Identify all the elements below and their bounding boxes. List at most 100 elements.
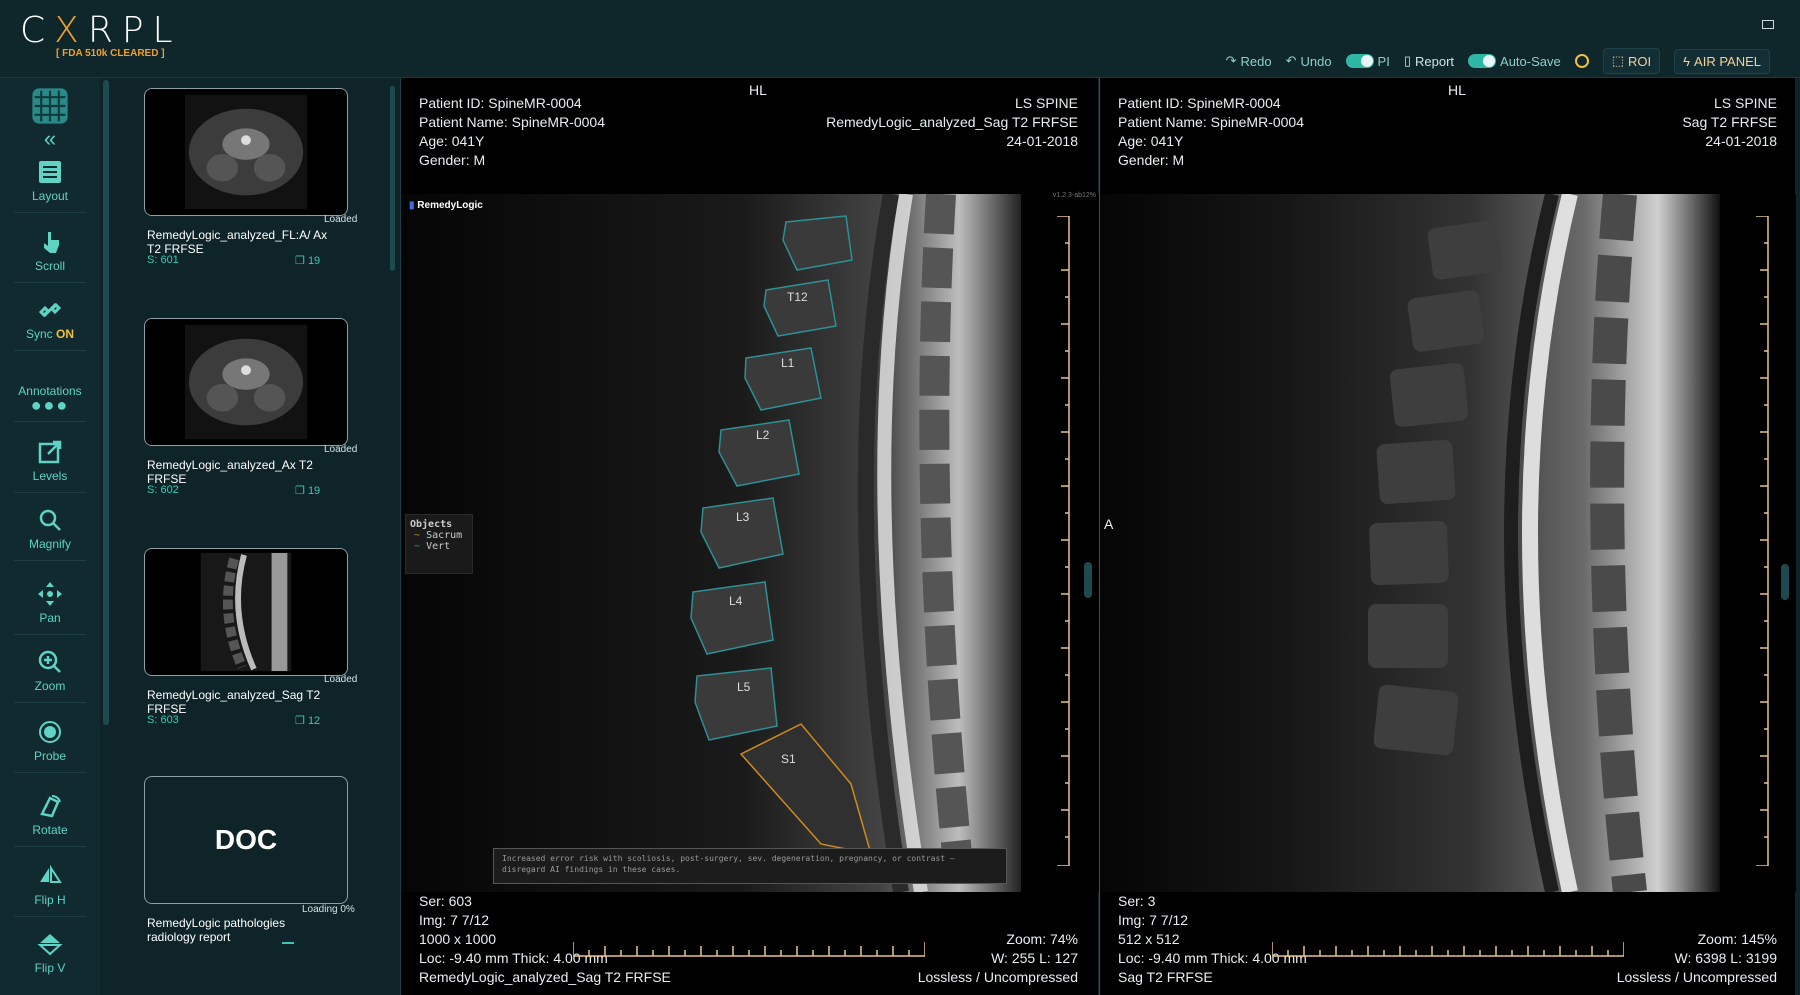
document-icon: ▯ bbox=[1403, 53, 1411, 68]
series-thumbnail-603[interactable] bbox=[144, 548, 348, 676]
render-info: Zoom: 74% W: 255 L: 127 Lossless / Uncom… bbox=[917, 931, 1078, 985]
tool-layout[interactable]: Layout bbox=[10, 158, 90, 213]
tool-annotations[interactable]: Annotations ●●● bbox=[10, 384, 90, 422]
sagittal-spine-image bbox=[1100, 194, 1796, 892]
label-S1: S1 bbox=[781, 752, 796, 766]
probe-icon bbox=[39, 721, 61, 743]
label-T12: T12 bbox=[787, 290, 808, 304]
fda-badge: [ FDA 510k CLEARED ] bbox=[56, 48, 165, 59]
levels-icon bbox=[38, 440, 62, 464]
tool-pan[interactable]: Pan bbox=[10, 580, 90, 635]
sync-link-icon bbox=[38, 302, 62, 318]
tool-rotate[interactable]: Rotate bbox=[10, 792, 90, 847]
series-thumbnail-601[interactable] bbox=[144, 88, 348, 216]
viewport-right[interactable]: HL Patient ID: SpineMR-0004 Patient Name… bbox=[1099, 78, 1796, 995]
undo-button[interactable]: ↶ Undo bbox=[1286, 53, 1332, 69]
scroll-icon bbox=[44, 232, 59, 253]
rail-scrollbar[interactable] bbox=[103, 80, 109, 725]
label-L4: L4 bbox=[729, 594, 743, 608]
flip-v-icon bbox=[37, 934, 63, 956]
label-L1: L1 bbox=[781, 356, 795, 370]
status-badge: Loaded bbox=[324, 444, 358, 455]
report-button[interactable]: ▯ Report bbox=[1404, 53, 1454, 69]
tool-magnify[interactable]: Magnify bbox=[10, 506, 90, 561]
tool-scroll[interactable]: Scroll bbox=[10, 228, 90, 283]
label-L5: L5 bbox=[737, 680, 751, 694]
more-dots-icon: ●●● bbox=[30, 395, 70, 415]
roi-button[interactable]: ⬚ ROI bbox=[1602, 48, 1661, 74]
ai-disclaimer: Increased error risk with scoliosis, pos… bbox=[493, 848, 1007, 884]
viewer-app: CXRPL [ FDA 510k CLEARED ] ↷ Redo ↶ Undo P… bbox=[0, 0, 1800, 995]
series-meta: S: 602 ❐ 19 bbox=[147, 484, 321, 497]
undo-icon: ↶ bbox=[1285, 53, 1297, 68]
loading-progress bbox=[282, 942, 294, 944]
series-name: RemedyLogic_analyzed_Ax T2 FRFSE bbox=[147, 458, 313, 486]
rotate-icon bbox=[40, 795, 61, 818]
tool-sync[interactable]: Sync ON bbox=[10, 296, 90, 351]
tool-zoom[interactable]: Zoom bbox=[10, 648, 90, 703]
top-bar: CXRPL [ FDA 510k CLEARED ] ↷ Redo ↶ Undo P… bbox=[0, 0, 1800, 78]
objects-legend[interactable]: Objects ~ Sacrum ~ Vert bbox=[405, 514, 473, 574]
series-thumbnail-602[interactable] bbox=[144, 318, 348, 446]
layout-icon bbox=[39, 161, 61, 183]
series-panel-scrollbar[interactable] bbox=[390, 86, 395, 271]
series-panel: Loaded RemedyLogic_analyzed_FL:A/ Ax T2 … bbox=[112, 78, 394, 995]
tool-rail: « Layout Scroll Sync ON Annotations ●●● … bbox=[0, 78, 100, 995]
tool-flip-h[interactable]: Flip H bbox=[10, 862, 90, 917]
toggle-switch-icon bbox=[1468, 54, 1497, 68]
stack-icon: ❐ bbox=[295, 715, 305, 727]
horizontal-ruler bbox=[1272, 942, 1624, 957]
label-L2: L2 bbox=[756, 428, 770, 442]
magnify-icon bbox=[39, 509, 61, 531]
tool-levels[interactable]: Levels bbox=[10, 438, 90, 493]
redo-icon: ↷ bbox=[1225, 53, 1237, 68]
orientation-top: HL bbox=[1448, 82, 1466, 98]
double-chevron-left-icon: « bbox=[43, 126, 57, 151]
tool-probe[interactable]: Probe bbox=[10, 718, 90, 773]
pan-icon bbox=[38, 582, 62, 606]
zoom-icon bbox=[38, 650, 61, 673]
lightning-icon: ϟ bbox=[1683, 53, 1691, 69]
remedylogic-logo-icon: ▮ bbox=[409, 200, 415, 211]
theme-button[interactable] bbox=[1574, 54, 1589, 68]
series-meta: S: 601 ❐ 19 bbox=[147, 254, 321, 267]
stack-icon: ❐ bbox=[295, 255, 305, 267]
tool-flip-v[interactable]: Flip V bbox=[10, 930, 90, 975]
orientation-left: A bbox=[1104, 516, 1114, 532]
air-panel-button[interactable]: ϟ AIR PANEL bbox=[1674, 48, 1770, 74]
viewport-left[interactable]: HL Patient ID: SpineMR-0004 Patient Name… bbox=[400, 78, 1099, 995]
series-name: RemedyLogic pathologies radiology report bbox=[147, 916, 286, 944]
toolbar: ↷ Redo ↶ Undo PI ▯ Report Auto-Save ⬚ ROI ϟA… bbox=[1226, 46, 1770, 76]
study-info: LS SPINE RemedyLogic_analyzed_Sag T2 FRF… bbox=[826, 95, 1078, 149]
version-label: v1.2.3-ab12% bbox=[1052, 192, 1096, 199]
sacrum-swatch-icon: ~ bbox=[414, 530, 421, 541]
sun-icon bbox=[1574, 54, 1589, 68]
autosave-toggle[interactable]: Auto-Save bbox=[1468, 54, 1561, 69]
toggle-switch-icon bbox=[1345, 54, 1374, 68]
status-badge: Loaded bbox=[324, 674, 358, 685]
redo-button[interactable]: ↷ Redo bbox=[1226, 53, 1272, 69]
study-info: LS SPINE Sag T2 FRFSE 24-01-2018 bbox=[1682, 95, 1777, 149]
orientation-top: HL bbox=[749, 82, 767, 98]
horizontal-ruler bbox=[573, 942, 925, 957]
collapse-rail-button[interactable]: « bbox=[10, 84, 90, 151]
series-name: RemedyLogic_analyzed_Sag T2 FRFSE bbox=[147, 688, 321, 716]
status-badge: Loaded bbox=[324, 214, 358, 225]
vert-swatch-icon: ~ bbox=[414, 541, 421, 552]
sagittal-mri-thumbnail bbox=[145, 549, 347, 675]
viewport-scrollbar[interactable] bbox=[1084, 562, 1092, 598]
patient-info: Patient ID: SpineMR-0004 Patient Name: S… bbox=[1118, 95, 1304, 168]
document-thumbnail[interactable]: DOC bbox=[144, 776, 348, 904]
label-L3: L3 bbox=[736, 510, 750, 524]
patient-info: Patient ID: SpineMR-0004 Patient Name: S… bbox=[419, 95, 605, 168]
viewport-scrollbar[interactable] bbox=[1781, 564, 1789, 600]
window-icon[interactable] bbox=[1762, 20, 1774, 29]
axial-mri-thumbnail bbox=[145, 89, 347, 215]
pi-toggle[interactable]: PI bbox=[1345, 54, 1390, 69]
vertical-ruler bbox=[1057, 216, 1070, 866]
vertical-ruler bbox=[1756, 216, 1769, 866]
render-info: Zoom: 145% W: 6398 L: 3199 Lossless / Un… bbox=[1616, 931, 1777, 985]
sagittal-spine-image-annotated bbox=[401, 194, 1099, 892]
series-name: RemedyLogic_analyzed_FL:A/ Ax T2 FRFSE bbox=[147, 228, 328, 256]
roi-square-icon: ⬚ bbox=[1611, 53, 1625, 68]
